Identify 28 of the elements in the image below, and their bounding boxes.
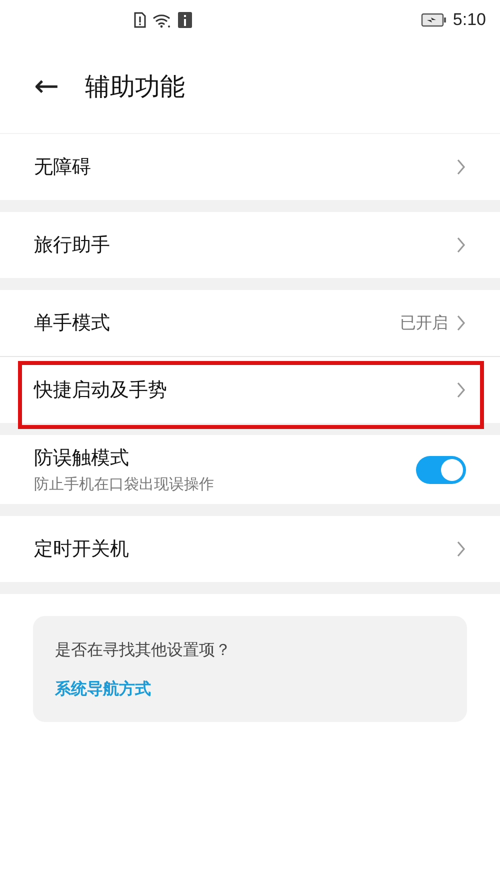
chevron-right-icon [456, 314, 466, 332]
chevron-right-icon [456, 158, 466, 176]
toggle-switch[interactable] [416, 456, 466, 484]
row-label: 旅行助手 [34, 233, 111, 258]
info-icon [178, 12, 192, 28]
settings-row[interactable]: 单手模式 已开启 [0, 290, 500, 356]
page-title: 辅助功能 [85, 71, 186, 103]
settings-row[interactable]: 无障碍 [0, 134, 500, 200]
chevron-right-icon [456, 540, 466, 558]
settings-row[interactable]: 旅行助手 [0, 212, 500, 278]
back-button[interactable]: ← [34, 72, 60, 102]
row-label: 无障碍 [34, 155, 92, 180]
suggestion-question: 是否在寻找其他设置项？ [55, 640, 232, 661]
row-label: 单手模式 [34, 311, 111, 336]
row-subtitle: 防止手机在口袋出现误操作 [34, 475, 215, 494]
chevron-right-icon [456, 236, 466, 254]
battery-charging-icon [420, 13, 447, 27]
row-value: 已开启 [400, 312, 448, 334]
settings-row[interactable]: 快捷启动及手势 [0, 356, 500, 423]
row-label: 快捷启动及手势 [34, 378, 168, 403]
settings-row[interactable]: 防误触模式 防止手机在口袋出现误操作 [0, 435, 500, 504]
wifi-icon [152, 12, 172, 28]
row-label: 定时开关机 [34, 537, 130, 562]
sim-alert-icon [134, 12, 146, 28]
settings-row[interactable]: 定时开关机 [0, 516, 500, 582]
row-label: 防误触模式 [34, 446, 130, 471]
chevron-right-icon [456, 381, 466, 399]
clock-time: 5:10 [452, 10, 486, 30]
